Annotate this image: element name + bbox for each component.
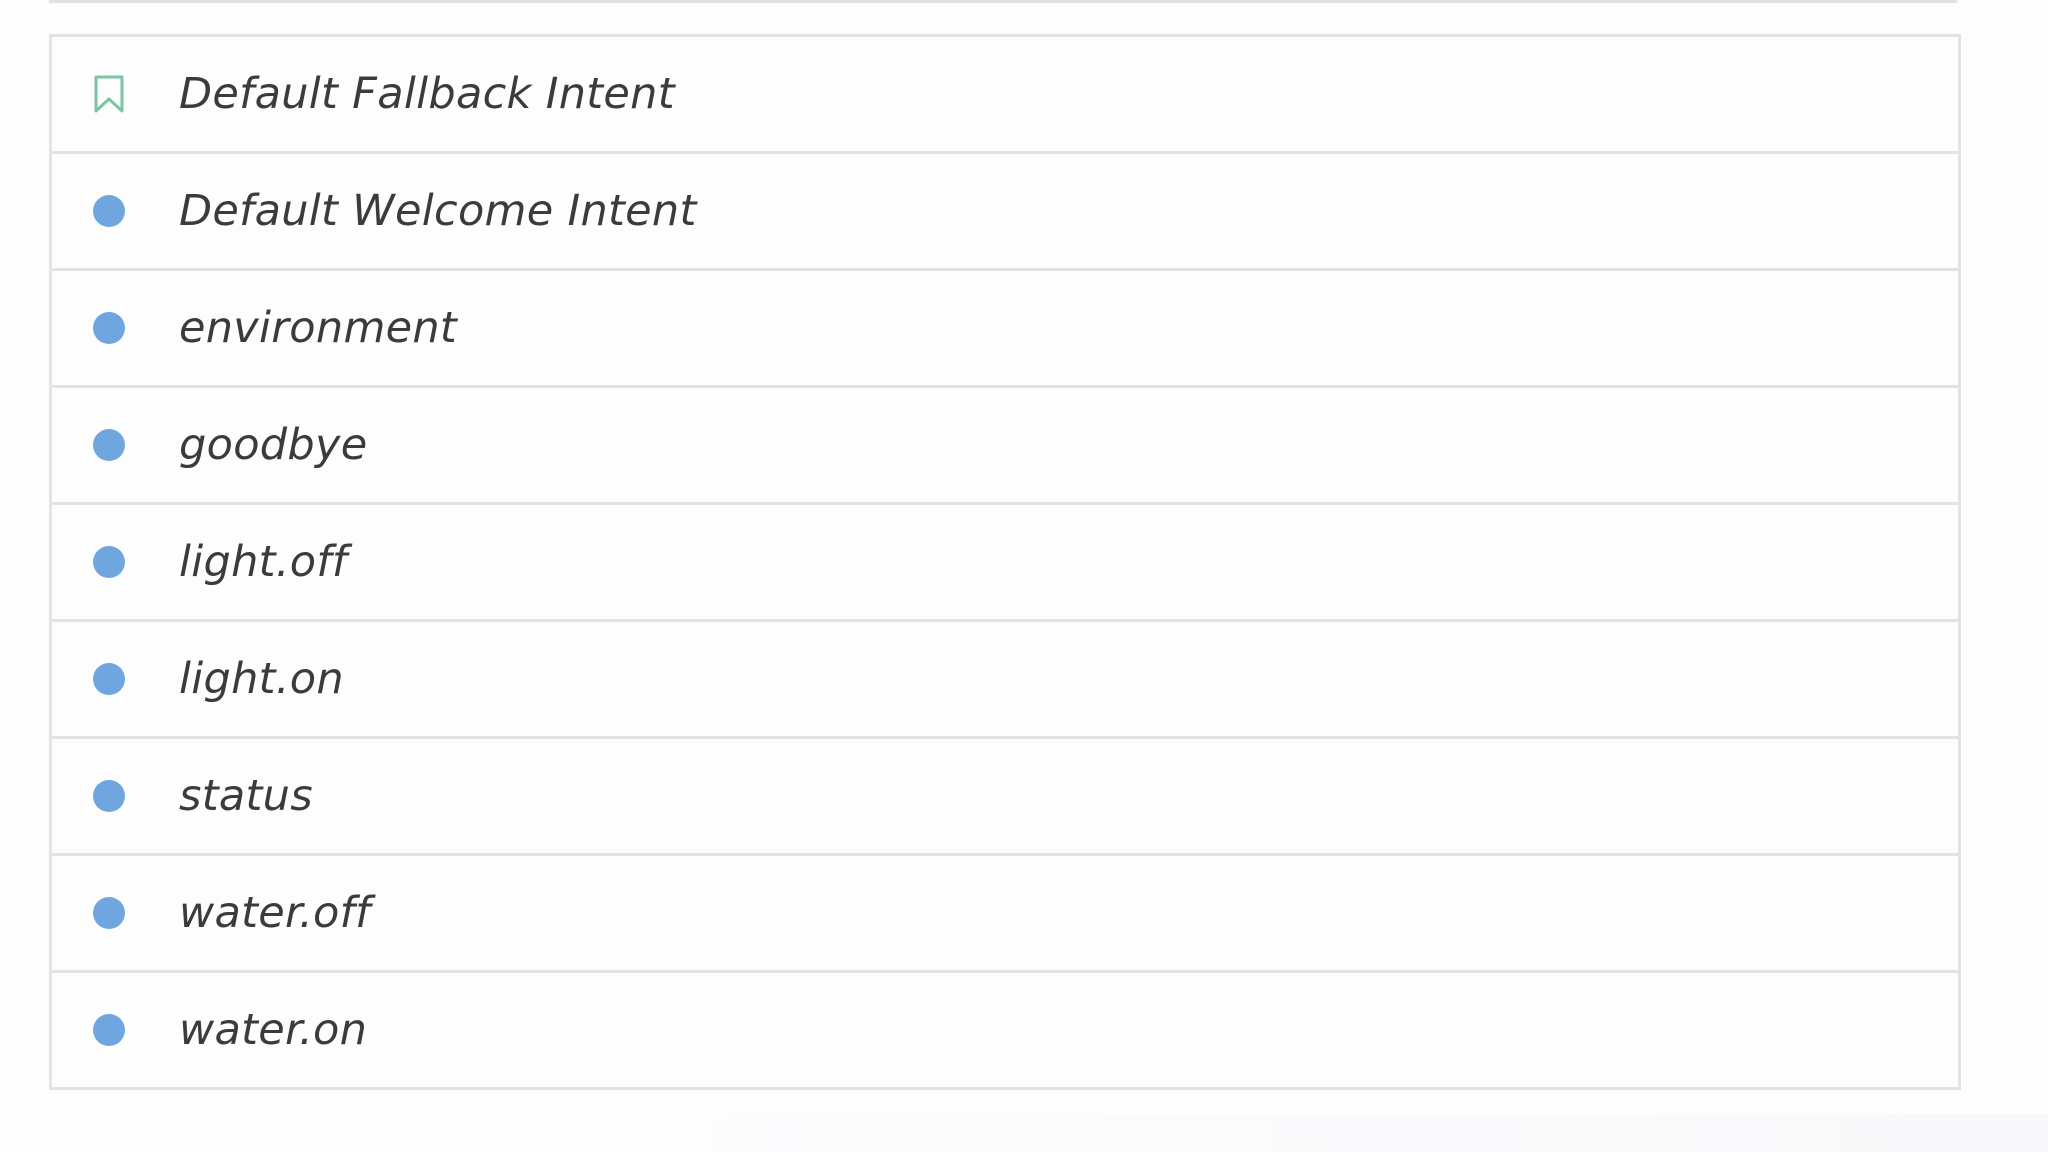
intent-row-water-on[interactable]: water.on [52, 973, 1958, 1087]
intent-label: environment [179, 302, 458, 353]
dot-icon [92, 779, 126, 813]
intent-label: Default Fallback Intent [179, 68, 675, 119]
intent-label: light.on [179, 653, 344, 704]
bookmark-icon [92, 75, 126, 113]
dot-icon [92, 428, 126, 462]
dot-icon [92, 1013, 126, 1047]
intent-label: water.on [179, 1004, 368, 1055]
intent-label: water.off [179, 887, 371, 938]
intent-label: Default Welcome Intent [179, 185, 697, 236]
intent-row-goodbye[interactable]: goodbye [52, 388, 1958, 505]
intent-label: light.off [179, 536, 348, 587]
intent-label: status [179, 770, 313, 821]
intent-label: goodbye [179, 419, 368, 470]
top-divider [49, 0, 1957, 3]
bottom-shade [620, 1115, 2048, 1152]
dot-icon [92, 662, 126, 696]
intent-row-environment[interactable]: environment [52, 271, 1958, 388]
dot-icon [92, 311, 126, 345]
intent-list: Default Fallback Intent Default Welcome … [49, 34, 1961, 1090]
intent-row-status[interactable]: status [52, 739, 1958, 856]
intent-row-default-welcome[interactable]: Default Welcome Intent [52, 154, 1958, 271]
dot-icon [92, 194, 126, 228]
dot-icon [92, 545, 126, 579]
intent-row-light-off[interactable]: light.off [52, 505, 1958, 622]
intent-row-light-on[interactable]: light.on [52, 622, 1958, 739]
intent-row-default-fallback[interactable]: Default Fallback Intent [52, 37, 1958, 154]
dot-icon [92, 896, 126, 930]
intent-row-water-off[interactable]: water.off [52, 856, 1958, 973]
